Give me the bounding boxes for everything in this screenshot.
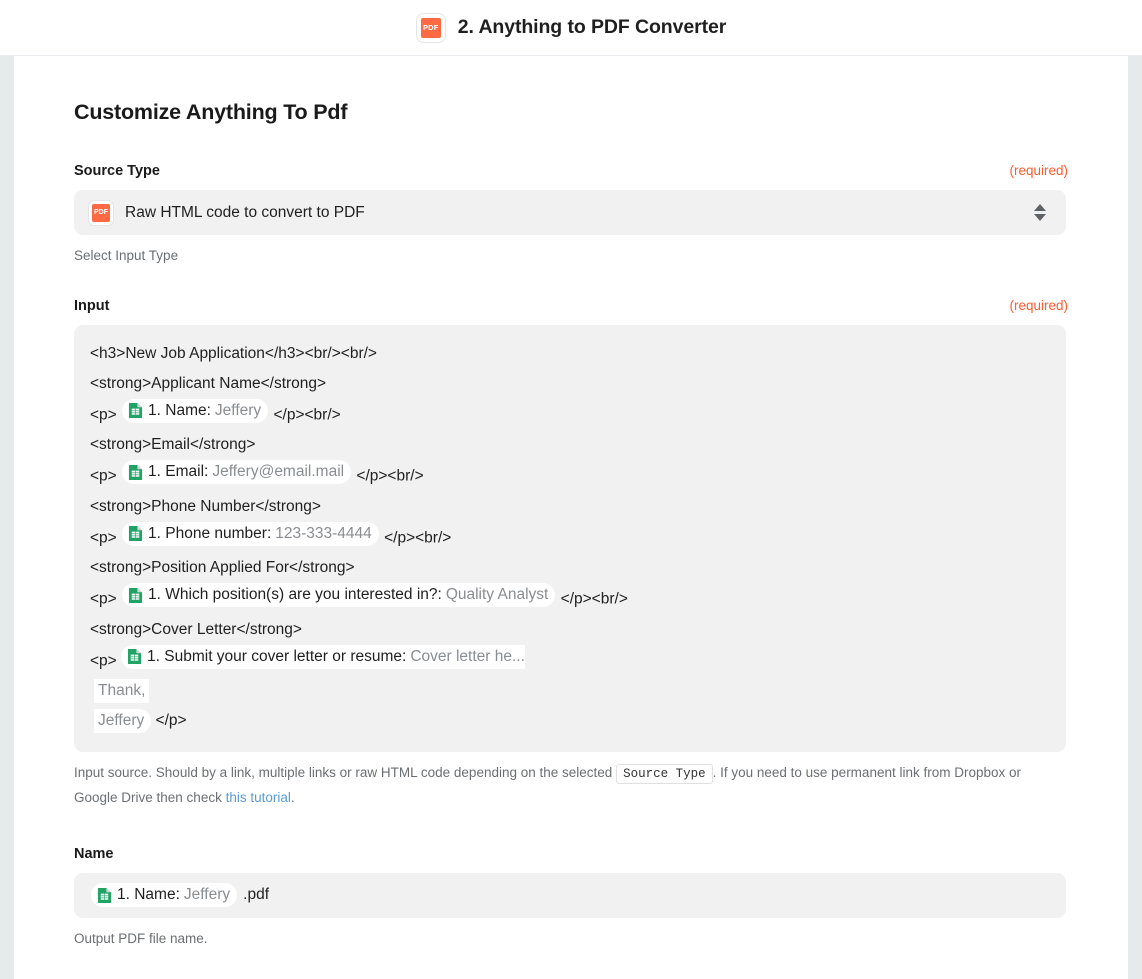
page-title: 2. Anything to PDF Converter bbox=[458, 16, 726, 39]
chevron-down-icon bbox=[1034, 214, 1046, 221]
pdf-icon-label: PDF bbox=[92, 204, 110, 222]
chevron-updown-icon[interactable] bbox=[1034, 204, 1046, 221]
merge-token[interactable]: 1. Name:Jeffery bbox=[122, 399, 268, 423]
code-line: <strong>Cover Letter</strong> bbox=[90, 615, 1050, 645]
merge-token-label: 1. Phone number: bbox=[148, 523, 271, 545]
merge-token-value: Cover letter he... bbox=[410, 646, 525, 668]
google-sheets-icon bbox=[128, 587, 143, 604]
chevron-up-icon bbox=[1034, 204, 1046, 211]
input-help-part1: Input source. Should by a link, multiple… bbox=[74, 765, 612, 780]
left-gutter bbox=[0, 56, 14, 979]
name-label-row: Name bbox=[74, 846, 1068, 862]
google-sheets-icon bbox=[97, 887, 112, 904]
code-line: <p> 1. Name:Jeffery </p><br/> bbox=[90, 399, 1050, 431]
name-input[interactable]: 1. Name: Jeffery .pdf bbox=[74, 873, 1066, 918]
input-field: Input (required) <h3>New Job Application… bbox=[74, 298, 1068, 810]
source-type-select-row[interactable]: PDF Raw HTML code to convert to PDF bbox=[74, 190, 1066, 235]
input-label: Input bbox=[74, 298, 109, 314]
source-type-select[interactable]: PDF Raw HTML code to convert to PDF bbox=[74, 190, 1066, 235]
name-label: Name bbox=[74, 846, 114, 862]
input-help: Input source. Should by a link, multiple… bbox=[74, 761, 1066, 810]
input-help-code-token: Source Type bbox=[616, 764, 713, 784]
code-line: <strong>Applicant Name</strong> bbox=[90, 369, 1050, 399]
input-help-part3: . bbox=[291, 790, 295, 805]
code-line: <p> 1. Submit your cover letter or resum… bbox=[90, 645, 1050, 677]
code-line: <strong>Position Applied For</strong> bbox=[90, 553, 1050, 583]
input-rich-textarea[interactable]: <h3>New Job Application</h3><br/><br/><s… bbox=[74, 325, 1066, 753]
code-line: <p> 1. Email:Jeffery@email.mail </p><br/… bbox=[90, 460, 1050, 492]
code-line: Thank, bbox=[90, 676, 1050, 706]
merge-token[interactable]: 1. Name: Jeffery bbox=[91, 883, 237, 907]
merge-token[interactable]: 1. Submit your cover letter or resume:Co… bbox=[121, 645, 525, 669]
code-line: <p> 1. Phone number:123-333-4444 </p><br… bbox=[90, 522, 1050, 554]
source-type-label: Source Type bbox=[74, 163, 160, 179]
google-sheets-icon bbox=[127, 648, 142, 665]
source-type-field: Source Type (required) PDF Raw HTML code… bbox=[74, 163, 1068, 268]
source-type-help: Select Input Type bbox=[74, 244, 1066, 268]
merge-token-value: Jeffery bbox=[184, 884, 230, 906]
merge-token-value: Jeffery bbox=[215, 400, 261, 422]
merge-token-value[interactable]: Thank, bbox=[94, 679, 149, 703]
page-body: Customize Anything To Pdf Source Type (r… bbox=[0, 56, 1142, 979]
source-type-value: Raw HTML code to convert to PDF bbox=[125, 204, 1034, 222]
merge-token-value: 123-333-4444 bbox=[275, 523, 372, 545]
pdf-icon: PDF bbox=[88, 200, 114, 226]
merge-token-value: Quality Analyst bbox=[446, 584, 549, 606]
source-type-required-tag: (required) bbox=[1009, 163, 1068, 178]
code-line: <strong>Phone Number</strong> bbox=[90, 492, 1050, 522]
google-sheets-icon bbox=[128, 464, 143, 481]
pdf-icon: PDF bbox=[416, 13, 446, 43]
merge-token[interactable]: 1. Phone number:123-333-4444 bbox=[122, 522, 379, 546]
google-sheets-icon bbox=[128, 525, 143, 542]
merge-token[interactable]: 1. Email:Jeffery@email.mail bbox=[122, 460, 351, 484]
app-header-inner: PDF 2. Anything to PDF Converter bbox=[416, 13, 726, 43]
name-input-row[interactable]: 1. Name: Jeffery .pdf bbox=[74, 873, 1066, 918]
name-field: Name 1. Nam bbox=[74, 846, 1068, 951]
code-line: <h3>New Job Application</h3><br/><br/> bbox=[90, 339, 1050, 369]
merge-token-label: 1. Submit your cover letter or resume: bbox=[147, 646, 406, 668]
app-header: PDF 2. Anything to PDF Converter bbox=[0, 0, 1142, 56]
form-container: Customize Anything To Pdf Source Type (r… bbox=[14, 56, 1128, 979]
pdf-icon-label: PDF bbox=[421, 18, 441, 38]
input-help-tutorial-link[interactable]: this tutorial bbox=[226, 790, 291, 805]
merge-token-value: Jeffery@email.mail bbox=[212, 461, 344, 483]
merge-token[interactable]: 1. Which position(s) are you interested … bbox=[122, 583, 555, 607]
code-line: <p> 1. Which position(s) are you interes… bbox=[90, 583, 1050, 615]
google-sheets-icon bbox=[128, 402, 143, 419]
merge-token-label: 1. Name: bbox=[117, 884, 180, 906]
code-line: <strong>Email</strong> bbox=[90, 430, 1050, 460]
content-column: Customize Anything To Pdf Source Type (r… bbox=[14, 56, 1128, 979]
merge-token-label: 1. Which position(s) are you interested … bbox=[148, 584, 442, 606]
merge-token-value[interactable]: Jeffery bbox=[94, 709, 151, 733]
source-type-label-row: Source Type (required) bbox=[74, 163, 1068, 179]
input-label-row: Input (required) bbox=[74, 298, 1068, 314]
code-line: Jeffery </p> bbox=[90, 706, 1050, 736]
form-title: Customize Anything To Pdf bbox=[74, 100, 1068, 125]
name-help: Output PDF file name. bbox=[74, 927, 1066, 951]
name-suffix: .pdf bbox=[243, 886, 269, 904]
merge-token-label: 1. Name: bbox=[148, 400, 211, 422]
right-gutter bbox=[1128, 56, 1142, 979]
merge-token-label: 1. Email: bbox=[148, 461, 208, 483]
input-required-tag: (required) bbox=[1009, 298, 1068, 313]
